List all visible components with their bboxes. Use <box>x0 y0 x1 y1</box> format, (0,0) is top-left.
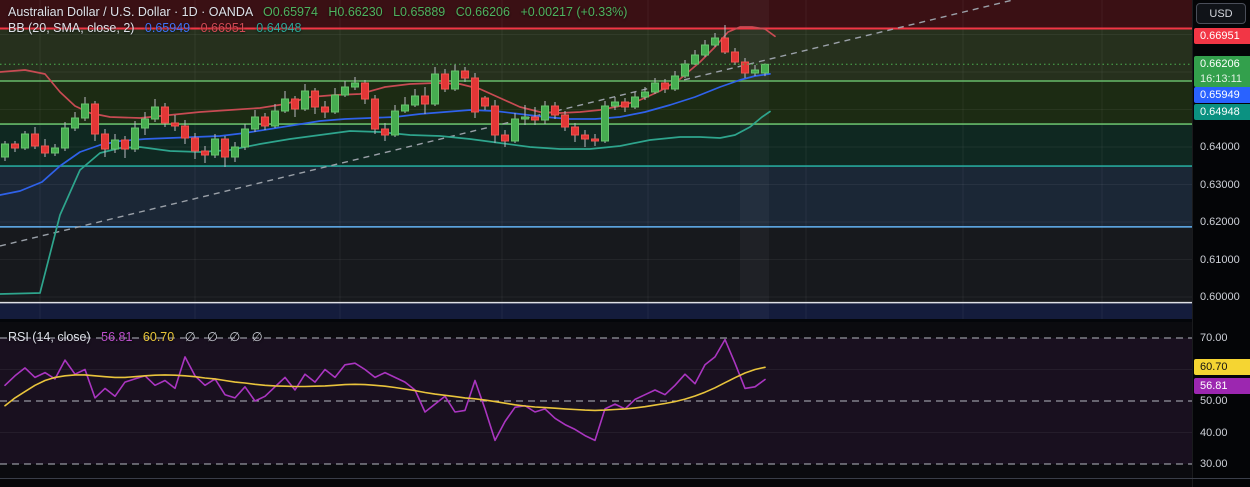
price-axis-label: 0.60000 <box>1193 291 1250 303</box>
rsi-axis-label: 30.00 <box>1193 458 1250 470</box>
bb-indicator-title[interactable]: BB (20, SMA, close, 2) <box>8 21 134 35</box>
price-axis-label: 0.61000 <box>1193 254 1250 266</box>
chart-plot[interactable] <box>0 0 1192 487</box>
price-axis[interactable]: USD 0.64000 0.63000 0.62000 0.61000 0.60000 7… <box>1192 0 1250 487</box>
chart-canvas[interactable]: Australian Dollar / U.S. Dollar · 1D · O… <box>0 0 1192 487</box>
bb-upper-value: 0.66951 <box>201 21 246 35</box>
rsi-pane <box>0 322 1192 487</box>
price-axis-label: 0.64000 <box>1193 141 1250 153</box>
trading-chart-window: Australian Dollar / U.S. Dollar · 1D · O… <box>0 0 1250 487</box>
last-price-badge: 0.6620616:13:11 <box>1194 56 1250 87</box>
rsi-axis-label: 50.00 <box>1193 395 1250 407</box>
bb-basis-value: 0.65949 <box>145 21 190 35</box>
pane-separator <box>0 319 1192 322</box>
currency-toggle-button[interactable]: USD <box>1196 3 1246 24</box>
ohlc-change: +0.00217 (+0.33%) <box>520 5 627 19</box>
rsi-legend: RSI (14, close) 56.81 60.70 ∅ ∅ ∅ ∅ <box>8 329 267 345</box>
rsi-ma-value: 60.70 <box>143 330 174 344</box>
ohlc-open: O0.65974 <box>263 5 318 19</box>
bb-lower-value: 0.64948 <box>256 21 301 35</box>
rsi-ma-badge: 60.70 <box>1194 359 1250 375</box>
main-legend: Australian Dollar / U.S. Dollar · 1D · O… <box>8 4 627 36</box>
rsi-axis-label: 70.00 <box>1193 332 1250 344</box>
candle-close-countdown: 16:13:11 <box>1200 72 1250 87</box>
rsi-value-badge: 56.81 <box>1194 378 1250 394</box>
symbol-title[interactable]: Australian Dollar / U.S. Dollar · 1D · O… <box>8 5 253 19</box>
price-axis-label: 0.63000 <box>1193 179 1250 191</box>
ohlc-low: L0.65889 <box>393 5 445 19</box>
bb-legend-row[interactable]: BB (20, SMA, close, 2) 0.65949 0.66951 0… <box>8 20 627 36</box>
bb-lower-price-badge: 0.64948 <box>1194 104 1250 120</box>
rsi-value: 56.81 <box>101 330 132 344</box>
time-axis-divider <box>0 478 1250 479</box>
ohlc-close: C0.66206 <box>456 5 510 19</box>
rsi-legend-row[interactable]: RSI (14, close) 56.81 60.70 ∅ ∅ ∅ ∅ <box>8 329 267 345</box>
price-zones <box>0 0 1192 319</box>
bb-upper-price-badge: 0.66951 <box>1194 28 1250 44</box>
bb-basis-price-badge: 0.65949 <box>1194 87 1250 103</box>
rsi-indicator-title[interactable]: RSI (14, close) <box>8 330 91 344</box>
price-axis-label: 0.62000 <box>1193 216 1250 228</box>
symbol-legend-row[interactable]: Australian Dollar / U.S. Dollar · 1D · O… <box>8 4 627 20</box>
session-highlight <box>740 0 769 319</box>
rsi-hidden-values: ∅ ∅ ∅ ∅ <box>185 330 267 344</box>
rsi-axis-label: 40.00 <box>1193 427 1250 439</box>
ohlc-high: H0.66230 <box>328 5 382 19</box>
